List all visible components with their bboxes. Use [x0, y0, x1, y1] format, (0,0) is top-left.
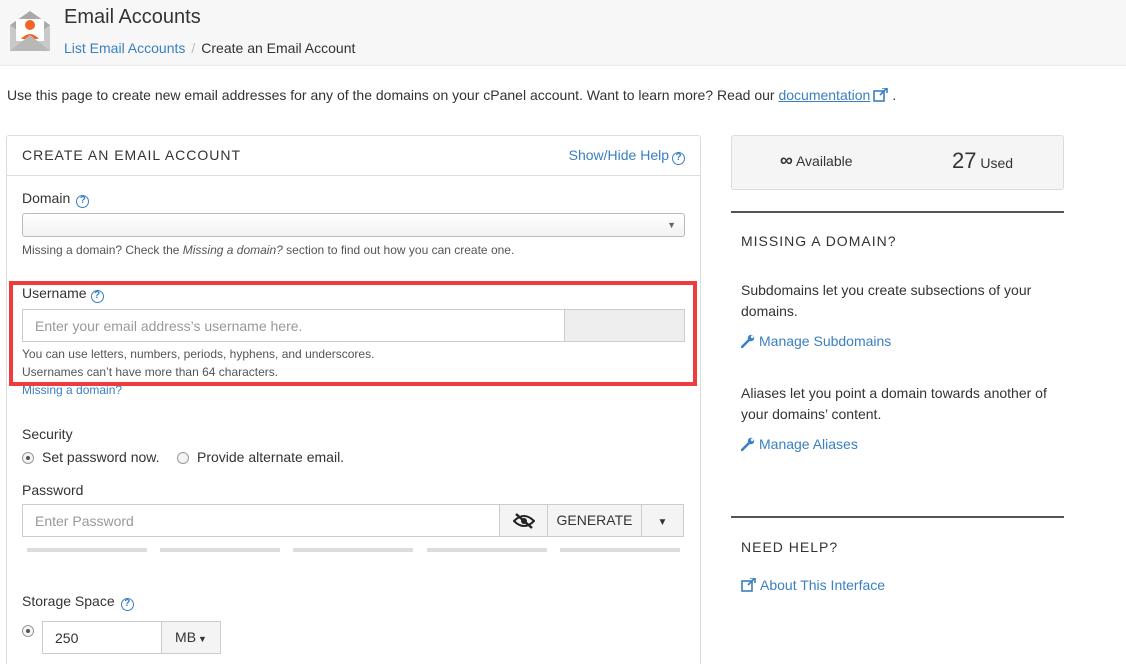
used-count: 27 [952, 148, 977, 173]
alternate-email-label[interactable]: Provide alternate email. [197, 449, 344, 465]
wrench-icon [741, 334, 755, 348]
manage-subdomains-link[interactable]: Manage Subdomains [741, 333, 891, 349]
security-label: Security [22, 426, 73, 442]
caret-down-icon: ▼ [198, 634, 207, 644]
aliases-text: Aliases let you point a domain towards a… [741, 385, 1047, 422]
storage-value: 250 [55, 630, 79, 646]
missing-domain-heading: MISSING A DOMAIN? [741, 233, 897, 249]
available-stat: ∞ Available [780, 150, 853, 171]
domain-label-text: Domain [22, 190, 71, 206]
domain-hint: Missing a domain? Check the Missing a do… [22, 243, 514, 257]
strength-bar-4 [427, 548, 547, 552]
storage-limit-radio[interactable] [22, 625, 34, 637]
caret-down-icon: ▼ [657, 517, 668, 528]
breadcrumb-list-email-accounts[interactable]: List Email Accounts [64, 40, 185, 56]
domain-hint-em: Missing a domain? [182, 243, 283, 257]
about-interface-link[interactable]: About This Interface [741, 577, 885, 593]
show-hide-help-label: Show/Hide Help [568, 147, 669, 163]
panel-header: CREATE AN EMAIL ACCOUNT Show/Hide Help? [7, 136, 700, 176]
external-link-icon [741, 578, 756, 592]
about-interface-label: About This Interface [760, 577, 886, 593]
manage-subdomains-label: Manage Subdomains [759, 333, 892, 349]
breadcrumb-separator: / [191, 40, 196, 56]
used-label: Used [980, 155, 1014, 171]
strength-bar-1 [27, 548, 147, 552]
password-placeholder: Enter Password [35, 513, 134, 529]
used-stat: 27 Used [952, 148, 1013, 174]
storage-label-text: Storage Space [22, 593, 115, 609]
panel-title: CREATE AN EMAIL ACCOUNT [22, 147, 242, 163]
subdomains-text: Subdomains let you create subsections of… [741, 282, 1032, 319]
wrench-icon [741, 437, 755, 451]
page-header: Email Accounts List Email Accounts / Creat… [0, 0, 1126, 66]
domain-label: Domain? [22, 190, 90, 208]
chevron-down-icon: ▼ [667, 220, 676, 230]
intro-sentence: Use this page to create new email addres… [7, 87, 779, 103]
available-label: Available [795, 153, 853, 169]
password-label: Password [22, 482, 84, 498]
intro-tail: . [892, 87, 897, 103]
breadcrumb: List Email Accounts / Create an Email Acco… [64, 40, 355, 56]
domain-select[interactable]: ▼ [22, 213, 685, 237]
sidebar-divider-1 [731, 211, 1064, 213]
highlight-box [9, 281, 697, 386]
set-password-radio[interactable] [22, 452, 34, 464]
domain-help-icon[interactable]: ? [76, 195, 90, 208]
external-link-icon[interactable] [873, 88, 889, 102]
show-hide-help-link[interactable]: Show/Hide Help? [569, 147, 685, 165]
breadcrumb-current: Create an Email Account [201, 40, 356, 56]
storage-input[interactable]: 250 [42, 621, 162, 654]
intro-text: Use this page to create new email addres… [7, 87, 896, 103]
manage-aliases-label: Manage Aliases [759, 436, 858, 452]
strength-bar-5 [560, 548, 680, 552]
stats-card: ∞ Available 27 Used [731, 135, 1064, 190]
generate-button[interactable]: GENERATE [547, 504, 642, 537]
domain-hint-post: section to find out how you can create o… [282, 243, 515, 257]
page-title: Email Accounts [64, 6, 201, 28]
set-password-label[interactable]: Set password now. [42, 449, 160, 465]
alternate-email-radio[interactable] [177, 452, 189, 464]
sidebar-divider-2 [731, 516, 1064, 518]
storage-help-icon[interactable]: ? [120, 598, 134, 611]
strength-bar-3 [293, 548, 413, 552]
toggle-visibility-button[interactable] [499, 504, 548, 537]
help-icon: ? [672, 152, 685, 165]
generate-options-button[interactable]: ▼ [641, 504, 684, 537]
eye-slash-icon [512, 513, 535, 529]
password-input[interactable]: Enter Password [22, 504, 500, 537]
email-accounts-icon [10, 11, 50, 51]
manage-aliases-link[interactable]: Manage Aliases [741, 436, 858, 452]
storage-unit-label: MB [175, 629, 197, 645]
need-help-heading: NEED HELP? [741, 539, 839, 555]
strength-bar-2 [160, 548, 280, 552]
storage-label: Storage Space? [22, 593, 134, 611]
domain-hint-pre: Missing a domain? Check the [22, 243, 183, 257]
infinity-symbol: ∞ [780, 150, 793, 170]
storage-unit-dropdown[interactable]: MB ▼ [161, 621, 221, 654]
documentation-link[interactable]: documentation [778, 87, 870, 103]
